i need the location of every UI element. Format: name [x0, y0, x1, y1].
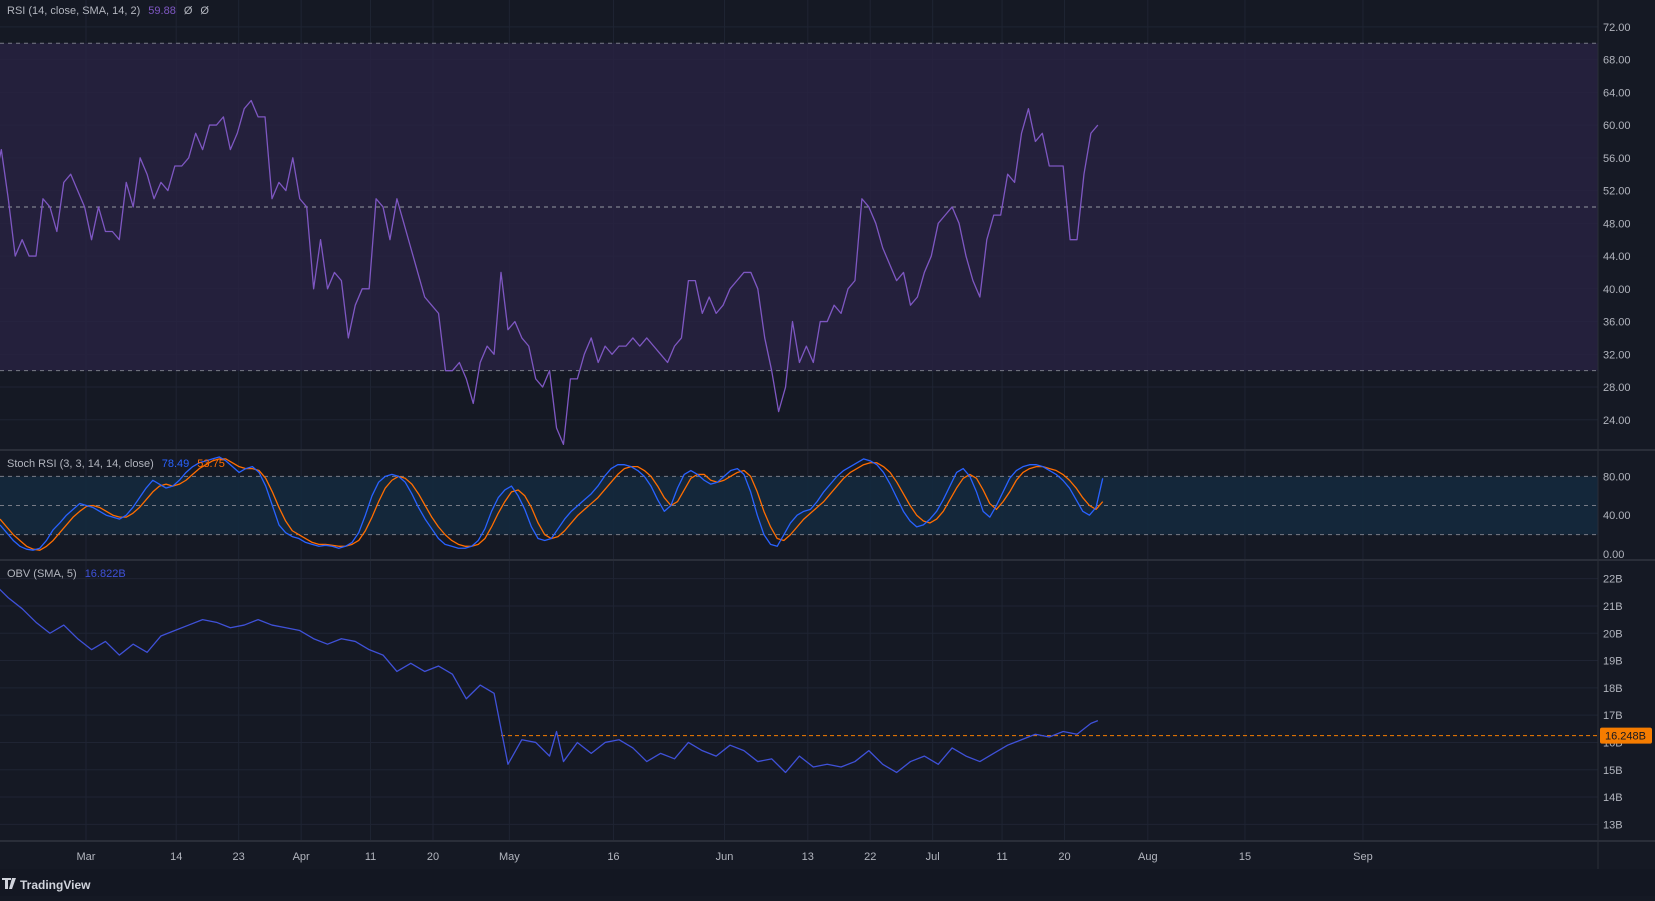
stoch-rsi-pane[interactable]: 80.0040.000.00: [0, 456, 1631, 561]
time-axis-label: 14: [170, 851, 182, 863]
rsi-y-tick-label: 28.00: [1603, 382, 1631, 394]
stoch-y-tick-label: 40.00: [1603, 510, 1631, 522]
tradingview-chart[interactable]: 72.00 68.00 64.00 60.00 56.00 52.00 48.00 44.00…: [0, 0, 1655, 896]
rsi-y-tick-label: 32.00: [1603, 349, 1631, 361]
time-axis-label: 20: [427, 851, 439, 863]
obv-y-tick-label: 14B: [1603, 792, 1623, 804]
legend-rsi: RSI (14, close, SMA, 14, 2) 59.88 Ø Ø: [7, 5, 209, 17]
rsi-y-tick-label: 40.00: [1603, 284, 1631, 296]
rsi-y-tick-label: 36.00: [1603, 317, 1631, 329]
indicator-legend: RSI (14, close, SMA, 14, 2) 59.88 Ø Ø: [7, 5, 209, 17]
time-axis-label: 11: [996, 851, 1007, 863]
time-axis-label: Mar: [77, 851, 96, 863]
time-axis-label: Apr: [293, 851, 310, 863]
legend-obv: OBV (SMA, 5) 16.822B: [7, 568, 126, 580]
indicator-legend: Stoch RSI (3, 3, 14, 14, close) 78.49 53.7…: [7, 458, 225, 470]
stoch-band-fill: [0, 476, 1598, 535]
obv-y-tick-label: 20B: [1603, 628, 1623, 640]
time-axis-label: 15: [1239, 851, 1251, 863]
rsi-y-tick-label: 44.00: [1603, 251, 1631, 263]
obv-y-tick-label: 22B: [1603, 574, 1623, 586]
obv-y-tick-label: 17B: [1603, 710, 1623, 722]
brand-name: TradingView: [20, 878, 91, 892]
time-axis-label: Sep: [1353, 851, 1373, 863]
time-axis-label: May: [499, 851, 520, 863]
rsi-y-tick-label: 60.00: [1603, 120, 1631, 132]
legend-value: Ø: [200, 5, 209, 17]
time-axis-label: Jun: [716, 851, 734, 863]
legend-title: OBV (SMA, 5): [7, 568, 77, 580]
time-axis-label: 23: [233, 851, 245, 863]
time-axis-label: Jul: [926, 851, 940, 863]
legend-value: 78.49: [162, 458, 190, 470]
legend-value: 59.88: [148, 5, 176, 17]
rsi-y-tick-label: 48.00: [1603, 218, 1631, 230]
obv-pane[interactable]: 22B21B20B19B18B17B16B15B14B13B16.248B: [0, 574, 1652, 832]
legend-stoch_rsi: Stoch RSI (3, 3, 14, 14, close) 78.49 53.7…: [7, 458, 225, 470]
time-axis-label: 13: [802, 851, 814, 863]
legend-value: 16.822B: [85, 568, 126, 580]
rsi-y-tick-label: 24.00: [1603, 415, 1631, 427]
rsi-y-tick-label: 68.00: [1603, 55, 1631, 67]
rsi-band-fill: [0, 43, 1598, 371]
rsi-y-tick-label: 56.00: [1603, 153, 1631, 165]
time-axis-label: 22: [864, 851, 876, 863]
time-axis-label: 11: [365, 851, 376, 863]
obv-y-tick-label: 21B: [1603, 601, 1623, 613]
time-axis-label: Aug: [1138, 851, 1158, 863]
indicator-panes[interactable]: 72.00 68.00 64.00 60.00 56.00 52.00 48.00 44.00…: [0, 0, 1655, 896]
rsi-y-tick-label: 64.00: [1603, 87, 1631, 99]
legend-value: 53.75: [197, 458, 225, 470]
obv-y-tick-label: 18B: [1603, 683, 1623, 695]
time-axis-label: 16: [607, 851, 619, 863]
stoch-y-tick-label: 80.00: [1603, 471, 1631, 483]
footer-bar: TradingView: [0, 869, 1655, 896]
time-axis-label: 20: [1058, 851, 1070, 863]
obv-level-price-label: 16.248B: [1605, 731, 1646, 743]
time-axis[interactable]: Mar 14 23 Apr 11 20 May 16 Jun 13 22 Jul 11 20 Aug 15 Se…: [77, 851, 1373, 863]
indicator-legend: OBV (SMA, 5) 16.822B: [7, 568, 126, 580]
obv-y-tick-label: 19B: [1603, 656, 1623, 668]
obv-y-tick-label: 13B: [1603, 819, 1623, 831]
rsi-y-tick-label: 72.00: [1603, 22, 1631, 34]
footer-background: [0, 869, 1655, 896]
rsi-y-tick-label: 52.00: [1603, 186, 1631, 198]
legend-title: RSI (14, close, SMA, 14, 2): [7, 5, 140, 17]
legend-value: Ø: [184, 5, 193, 17]
legend-title: Stoch RSI (3, 3, 14, 14, close): [7, 458, 154, 470]
rsi-pane[interactable]: 72.00 68.00 64.00 60.00 56.00 52.00 48.00 44.00…: [0, 22, 1631, 446]
obv-y-tick-label: 15B: [1603, 765, 1623, 777]
